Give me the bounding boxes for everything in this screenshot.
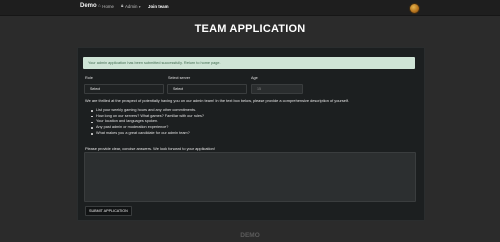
role-label: Role [85, 76, 93, 80]
role-select[interactable]: Select [84, 84, 164, 94]
age-placeholder: 15 [257, 87, 261, 91]
page-title: TEAM APPLICATION [194, 23, 306, 35]
navbar: Demo ⌂ Home 🔒︎ Admin ▾ Join team [0, 0, 500, 16]
requirements-list: List your weekly gaming hours and any ot… [91, 108, 204, 137]
nav-admin-dropdown[interactable]: 🔒︎ Admin ▾ [121, 4, 141, 9]
age-input[interactable]: 15 [251, 84, 303, 94]
server-select-value: Select [173, 87, 183, 91]
avatar[interactable] [409, 3, 420, 14]
chevron-down-icon: ▾ [138, 4, 141, 9]
footer-brand: DEMO [240, 232, 260, 239]
description-textarea[interactable] [84, 152, 416, 202]
role-select-value: Select [90, 87, 100, 91]
intro-text: We are thrilled at the prospect of poten… [85, 98, 349, 103]
lock-icon: 🔒︎ [121, 3, 124, 9]
brand-link[interactable]: Demo [80, 3, 97, 9]
age-label: Age [251, 76, 258, 80]
nav-admin-label: Admin [124, 4, 138, 9]
server-label: Select server [168, 76, 191, 80]
instructions-note: Please provide clear, concise answers. W… [85, 146, 215, 151]
home-icon: ⌂ [98, 3, 101, 9]
submit-application-button[interactable]: SUBMIT APPLICATION [85, 206, 132, 216]
server-select[interactable]: Select [167, 84, 247, 94]
success-alert: Your admin application has been submitte… [83, 57, 415, 69]
nav-home-label: Home [102, 4, 114, 9]
list-item: What makes you a great candidate for our… [91, 131, 204, 137]
nav-join-team-link[interactable]: Join team [148, 4, 169, 9]
nav-home-link[interactable]: ⌂ Home [98, 4, 114, 9]
